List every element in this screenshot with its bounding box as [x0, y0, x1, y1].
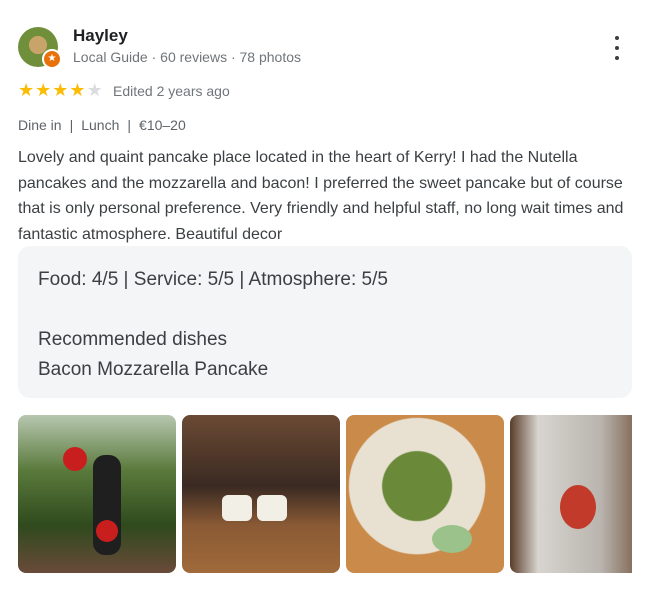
- star-filled-icon: ★: [69, 80, 86, 100]
- tag-separator: |: [69, 117, 74, 133]
- star-rating: ★ ★ ★ ★ ★: [18, 81, 103, 99]
- star-filled-icon: ★: [35, 80, 52, 100]
- star-filled-icon: ★: [52, 80, 69, 100]
- review-photo[interactable]: [346, 415, 504, 573]
- review-photo[interactable]: [182, 415, 340, 573]
- local-guide-badge-icon: ★: [42, 49, 62, 69]
- recommended-heading: Recommended dishes: [38, 329, 228, 350]
- photo-strip: [18, 415, 632, 573]
- avatar[interactable]: ★: [18, 27, 62, 69]
- category-scores: Food: 4/5 | Service: 5/5 | Atmosphere: 5…: [38, 269, 388, 290]
- tag-meal: Lunch: [81, 117, 120, 133]
- reviewer-meta: Local Guide · 60 reviews · 78 photos: [73, 49, 302, 65]
- review-photo[interactable]: [18, 415, 176, 573]
- tag-price: €10–20: [139, 117, 186, 133]
- star-filled-icon: ★: [18, 80, 35, 100]
- edited-timestamp: Edited 2 years ago: [113, 83, 230, 99]
- star-empty-icon: ★: [86, 80, 103, 100]
- review-photo[interactable]: [510, 415, 632, 573]
- more-options-icon[interactable]: [607, 36, 627, 60]
- tag-separator: |: [127, 117, 132, 133]
- reviewer-name[interactable]: Hayley: [73, 26, 128, 46]
- visit-tags: Dine in | Lunch | €10–20: [18, 117, 186, 133]
- tag-dine-in: Dine in: [18, 117, 62, 133]
- review-text: Lovely and quaint pancake place located …: [18, 149, 624, 243]
- recommended-dish: Bacon Mozzarella Pancake: [38, 359, 269, 380]
